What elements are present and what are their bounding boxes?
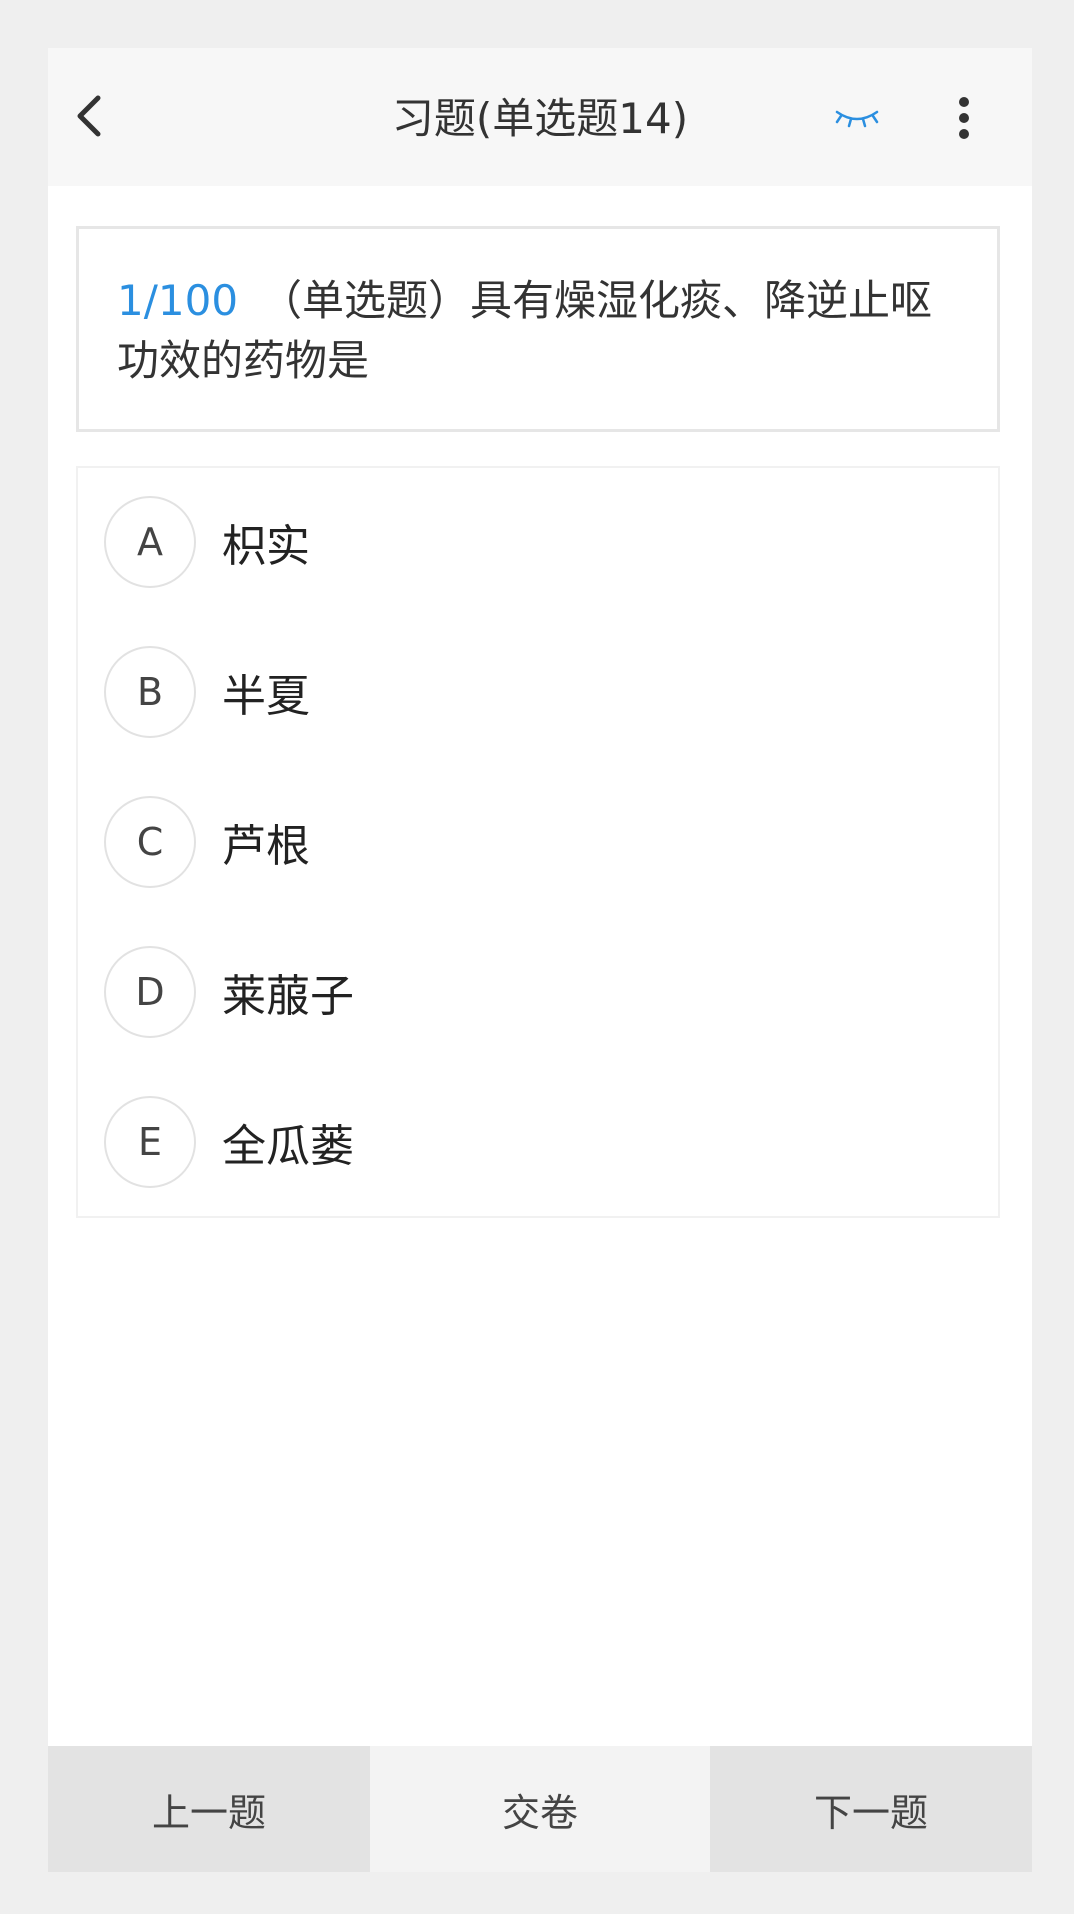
option-d[interactable]: D 莱菔子 bbox=[104, 944, 964, 1040]
submit-exam-button[interactable]: 交卷 bbox=[370, 1746, 710, 1872]
option-e[interactable]: E 全瓜蒌 bbox=[104, 1094, 964, 1190]
option-text: 半夏 bbox=[222, 671, 310, 722]
options-list: A 枳实 B 半夏 C 芦根 D 莱菔子 E 全瓜蒌 bbox=[76, 466, 1000, 1218]
previous-question-button[interactable]: 上一题 bbox=[48, 1746, 370, 1872]
option-letter-badge: B bbox=[104, 646, 196, 738]
more-vertical-icon bbox=[959, 97, 969, 139]
option-text: 枳实 bbox=[222, 521, 310, 572]
question-card: 1/100 （单选题）具有燥湿化痰、降逆止呕功效的药物是 bbox=[76, 226, 1000, 432]
option-letter-badge: D bbox=[104, 946, 196, 1038]
option-letter-badge: C bbox=[104, 796, 196, 888]
option-text: 全瓜蒌 bbox=[222, 1121, 354, 1172]
option-b[interactable]: B 半夏 bbox=[104, 644, 964, 740]
footer-nav: 上一题 交卷 下一题 bbox=[48, 1746, 1032, 1872]
header-bar: 习题(单选题14) bbox=[48, 48, 1032, 186]
option-letter-badge: A bbox=[104, 496, 196, 588]
more-options-button[interactable] bbox=[946, 92, 982, 144]
back-button[interactable] bbox=[62, 88, 118, 144]
question-text: （单选题）具有燥湿化痰、降逆止呕功效的药物是 bbox=[117, 276, 933, 385]
option-letter-badge: E bbox=[104, 1096, 196, 1188]
page-title: 习题(单选题14) bbox=[391, 94, 689, 143]
option-text: 莱菔子 bbox=[222, 971, 354, 1022]
question-progress: 1/100 bbox=[117, 276, 239, 325]
next-question-button[interactable]: 下一题 bbox=[710, 1746, 1032, 1872]
chevron-left-icon bbox=[77, 95, 101, 137]
app-screen: 习题(单选题14) 1/100 （单选题）具有燥湿化痰、降逆止呕功效的药物是 A … bbox=[48, 48, 1032, 1872]
option-text: 芦根 bbox=[222, 821, 310, 872]
option-a[interactable]: A 枳实 bbox=[104, 494, 964, 590]
eye-closed-icon bbox=[835, 110, 879, 128]
hide-answer-button[interactable] bbox=[829, 98, 885, 138]
option-c[interactable]: C 芦根 bbox=[104, 794, 964, 890]
